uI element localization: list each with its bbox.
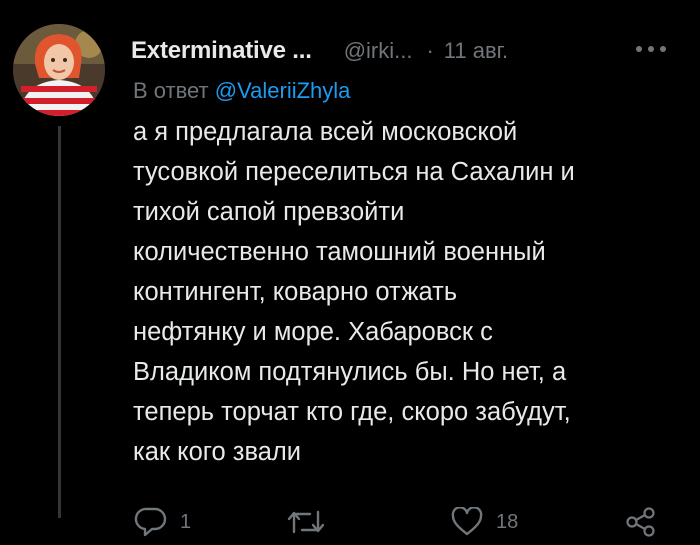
tweet-text-line: тусовкой переселиться на Сахалин и	[133, 158, 575, 186]
author-name[interactable]: Exterminative ...	[131, 37, 312, 65]
tweet-text-line: количественно тамошний военный	[133, 238, 546, 266]
reply-icon	[134, 507, 167, 537]
tweet-text-line: нефтянку и море. Хабаровск с	[133, 318, 493, 346]
reply-context: В ответ @ValeriiZhyla	[133, 78, 350, 104]
share-button[interactable]	[624, 506, 658, 538]
reply-count: 1	[180, 510, 192, 533]
tweet-text-line: как кого звали	[133, 438, 302, 466]
reply-button[interactable]: 1	[134, 506, 191, 538]
tweet-date[interactable]: 11 авг.	[444, 38, 508, 64]
heart-icon	[451, 507, 483, 536]
tweet-text: а я предлагала всей московской тусовкой …	[133, 112, 678, 472]
reply-prefix: В ответ	[133, 78, 209, 103]
avatar[interactable]	[13, 24, 105, 116]
tweet-text-line: тихой сапой превзойти	[133, 198, 405, 226]
retweet-icon	[287, 510, 325, 534]
like-button[interactable]: 18	[450, 507, 518, 537]
separator-dot: ·	[426, 38, 434, 63]
avatar-image	[13, 24, 105, 116]
like-count: 18	[496, 510, 519, 533]
author-handle[interactable]: @irki...	[344, 38, 413, 64]
action-bar: 1 18	[0, 498, 700, 545]
tweet-text-line: теперь торчат кто где, скоро забудут,	[133, 398, 571, 426]
retweet-button[interactable]	[286, 508, 338, 536]
thread-line	[58, 126, 61, 518]
tweet-text-line: Владиком подтянулись бы. Но нет, а	[133, 358, 567, 386]
share-icon	[626, 507, 655, 537]
tweet-header: Exterminative ... @irki... · 11 авг.	[131, 34, 508, 68]
more-icon[interactable]	[636, 44, 666, 54]
tweet-text-line: а я предлагала всей московской	[133, 118, 518, 146]
tweet-text-line: контингент, коварно отжать	[133, 278, 458, 306]
reply-to-link[interactable]: @ValeriiZhyla	[215, 78, 351, 103]
